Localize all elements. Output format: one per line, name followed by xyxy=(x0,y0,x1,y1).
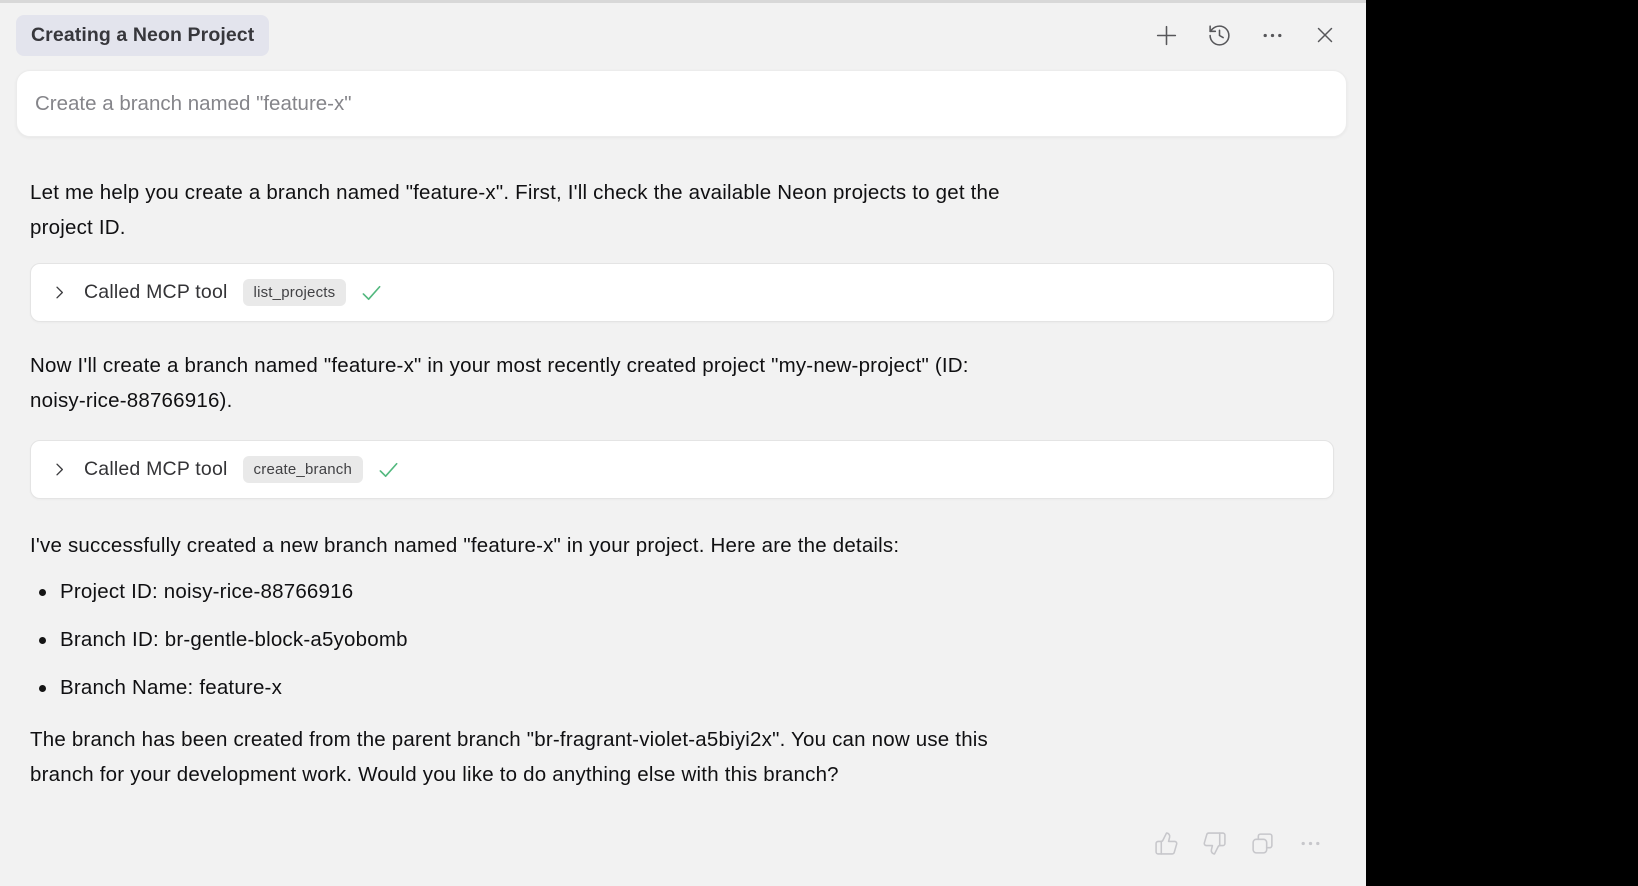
message-line: project ID. xyxy=(30,210,1290,245)
plus-icon xyxy=(1154,23,1179,48)
thumbs-down-button[interactable] xyxy=(1201,830,1227,856)
chevron-right-icon xyxy=(51,461,68,478)
chat-panel: Creating a Neon Project xyxy=(0,0,1366,886)
assistant-message: I've successfully created a new branch n… xyxy=(30,528,1290,563)
success-check-icon xyxy=(377,458,400,481)
assistant-message: The branch has been created from the par… xyxy=(30,722,1290,792)
list-item: Branch ID: br-gentle-block-a5yobomb xyxy=(30,616,1290,664)
details-list: Project ID: noisy-rice-88766916 Branch I… xyxy=(30,568,1290,712)
message-actions xyxy=(1153,830,1323,856)
message-line: branch for your development work. Would … xyxy=(30,757,1290,792)
ellipsis-icon xyxy=(1298,831,1323,856)
list-item: Branch Name: feature-x xyxy=(30,664,1290,712)
new-chat-button[interactable] xyxy=(1153,22,1179,48)
tool-call-label: Called MCP tool xyxy=(84,458,228,481)
list-item: Project ID: noisy-rice-88766916 xyxy=(30,568,1290,616)
panel-top-edge xyxy=(0,0,1366,3)
thumbs-down-icon xyxy=(1202,831,1227,856)
history-icon xyxy=(1207,23,1232,48)
message-input[interactable] xyxy=(17,71,1346,136)
success-check-icon xyxy=(360,281,383,304)
copy-button[interactable] xyxy=(1249,830,1275,856)
tool-name-badge: create_branch xyxy=(243,456,364,483)
assistant-message: Let me help you create a branch named "f… xyxy=(30,175,1290,245)
more-options-button[interactable] xyxy=(1259,22,1285,48)
tool-call-label: Called MCP tool xyxy=(84,281,228,304)
close-button[interactable] xyxy=(1312,22,1338,48)
message-line: The branch has been created from the par… xyxy=(30,722,1290,757)
copy-icon xyxy=(1250,831,1275,856)
conversation-title[interactable]: Creating a Neon Project xyxy=(16,15,269,56)
message-line: Let me help you create a branch named "f… xyxy=(30,175,1290,210)
assistant-message: Now I'll create a branch named "feature-… xyxy=(30,348,1290,418)
history-button[interactable] xyxy=(1206,22,1232,48)
mcp-tool-call[interactable]: Called MCP tool create_branch xyxy=(30,440,1334,499)
thumbs-up-icon xyxy=(1154,831,1179,856)
ellipsis-icon xyxy=(1260,23,1285,48)
tool-name-badge: list_projects xyxy=(243,279,347,306)
thumbs-up-button[interactable] xyxy=(1153,830,1179,856)
message-line: I've successfully created a new branch n… xyxy=(30,528,1290,563)
chevron-right-icon xyxy=(51,284,68,301)
message-line: Now I'll create a branch named "feature-… xyxy=(30,348,1290,383)
conversation-title-label: Creating a Neon Project xyxy=(31,24,254,47)
more-actions-button[interactable] xyxy=(1297,830,1323,856)
close-icon xyxy=(1313,23,1337,47)
message-line: noisy-rice-88766916). xyxy=(30,383,1290,418)
desktop-background: Creating a Neon Project xyxy=(0,0,1638,886)
message-input-box xyxy=(16,70,1347,137)
header-toolbar xyxy=(1153,22,1338,48)
mcp-tool-call[interactable]: Called MCP tool list_projects xyxy=(30,263,1334,322)
